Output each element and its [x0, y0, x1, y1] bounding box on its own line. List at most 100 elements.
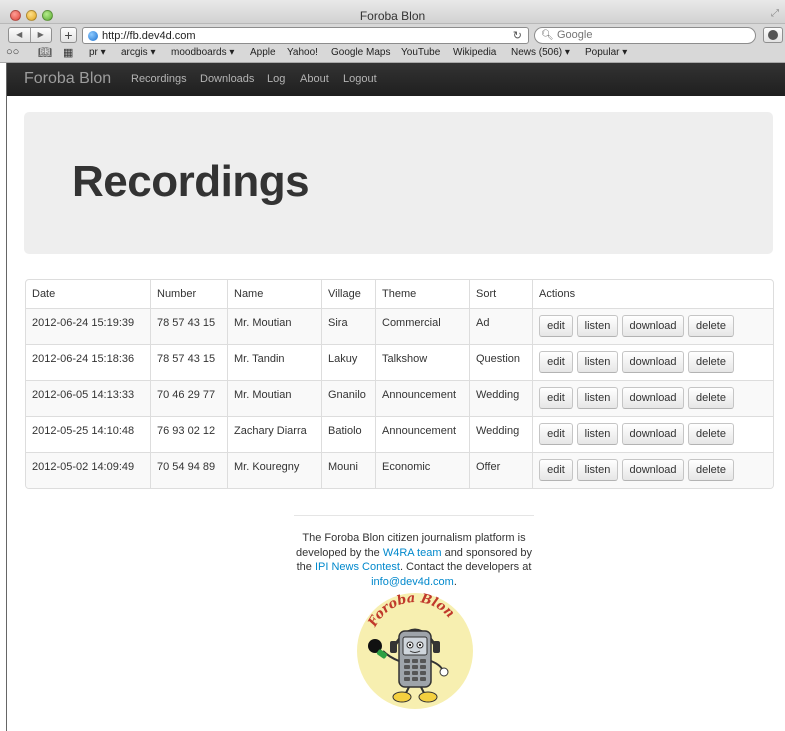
fullscreen-icon[interactable]: ⤢	[771, 8, 779, 19]
cell-village: Batiolo	[321, 417, 375, 452]
column-header-village: Village	[321, 280, 375, 308]
nav-link-downloads[interactable]: Downloads	[200, 73, 254, 85]
edit-button[interactable]: edit	[539, 459, 573, 481]
bookmark-arcgis[interactable]: arcgis ▾	[121, 47, 155, 58]
cell-date: 2012-06-24 15:19:39	[32, 317, 135, 329]
logo-feet	[392, 691, 412, 703]
cell-actions: edit listen download delete	[532, 309, 773, 344]
footer-divider	[294, 515, 534, 516]
nav-link-recordings[interactable]: Recordings	[131, 73, 187, 85]
forward-button[interactable]: ▶	[31, 28, 52, 42]
bookmark-moodboards[interactable]: moodboards ▾	[171, 47, 234, 58]
bookmarks-book-icon[interactable]: 📖︎	[38, 46, 52, 59]
reload-icon[interactable]: ↻	[513, 29, 522, 42]
delete-button[interactable]: delete	[688, 315, 734, 337]
table-row: 2012-06-24 15:18:36 78 57 43 15 Mr. Tandin…	[26, 344, 773, 380]
bookmark-wikipedia[interactable]: Wikipedia	[453, 47, 496, 58]
browser-toolbar: ◀ ▶ + http://fb.dev4d.com ↻ 🔍︎	[0, 24, 785, 45]
table-row: 2012-05-02 14:09:49 70 54 94 89 Mr. Koureg…	[26, 452, 773, 488]
cell-actions: edit listen download delete	[532, 345, 773, 380]
search-field[interactable]: 🔍︎	[534, 27, 756, 44]
column-header-sort: Sort	[469, 280, 532, 308]
cell-number: 70 54 94 89	[150, 453, 227, 488]
back-button[interactable]: ◀	[9, 28, 31, 42]
bookmark-youtube[interactable]: YouTube	[401, 47, 440, 58]
cell-theme: Talkshow	[375, 345, 469, 380]
reader-button[interactable]	[763, 27, 783, 43]
download-button[interactable]: download	[622, 315, 684, 337]
bookmark-yahoo[interactable]: Yahoo!	[287, 47, 318, 58]
window-titlebar: Foroba Blon ⤢	[0, 0, 785, 24]
cell-theme: Announcement	[375, 381, 469, 416]
download-button[interactable]: download	[622, 351, 684, 373]
cell-number: 76 93 02 12	[150, 417, 227, 452]
cell-village: Mouni	[321, 453, 375, 488]
footer-text: The Foroba Blon citizen journalism platf…	[294, 531, 534, 589]
cell-sort: Ad	[469, 309, 532, 344]
recordings-table: Date Number Name Village Theme Sort Actions 201…	[25, 279, 774, 489]
w4ra-team-link[interactable]: W4RA team	[383, 547, 442, 559]
listen-button[interactable]: listen	[577, 459, 618, 481]
cell-actions: edit listen download delete	[532, 417, 773, 452]
cell-village: Lakuy	[321, 345, 375, 380]
cell-date: 2012-06-24 15:18:36	[32, 353, 135, 365]
footer-text-4: .	[453, 575, 457, 588]
column-header-actions: Actions	[532, 280, 773, 308]
table-row: 2012-06-24 15:19:39 78 57 43 15 Mr. Moutia…	[26, 308, 773, 344]
cell-village: Sira	[321, 309, 375, 344]
nav-link-about[interactable]: About	[300, 73, 329, 85]
download-button[interactable]: download	[622, 423, 684, 445]
bookmark-news[interactable]: News (506) ▾	[511, 47, 570, 58]
listen-button[interactable]: listen	[577, 351, 618, 373]
table-header-row: Date Number Name Village Theme Sort Actions	[26, 280, 773, 308]
site-navbar: Foroba Blon Recordings Downloads Log Abo…	[7, 63, 785, 96]
delete-button[interactable]: delete	[688, 351, 734, 373]
globe-icon	[88, 31, 98, 41]
search-input[interactable]	[557, 29, 747, 41]
edit-button[interactable]: edit	[539, 387, 573, 409]
address-bar[interactable]: http://fb.dev4d.com ↻	[82, 27, 529, 44]
nav-link-log[interactable]: Log	[267, 73, 285, 85]
listen-button[interactable]: listen	[577, 423, 618, 445]
bookmark-pr[interactable]: pr ▾	[89, 47, 106, 58]
download-button[interactable]: download	[622, 459, 684, 481]
column-header-number: Number	[150, 280, 227, 308]
delete-button[interactable]: delete	[688, 423, 734, 445]
edit-button[interactable]: edit	[539, 315, 573, 337]
cell-name: Mr. Moutian	[227, 381, 321, 416]
cell-theme: Commercial	[375, 309, 469, 344]
delete-button[interactable]: delete	[688, 387, 734, 409]
ipi-news-contest-link[interactable]: IPI News Contest	[315, 561, 400, 573]
cell-name: Mr. Tandin	[227, 345, 321, 380]
listen-button[interactable]: listen	[577, 387, 618, 409]
back-forward-control: ◀ ▶	[8, 27, 52, 43]
site-brand[interactable]: Foroba Blon	[24, 70, 111, 88]
top-sites-grid-icon[interactable]: ▦	[63, 46, 73, 59]
cell-name: Mr. Kouregny	[227, 453, 321, 488]
edit-button[interactable]: edit	[539, 423, 573, 445]
cell-actions: edit listen download delete	[532, 453, 773, 488]
page-title: Recordings	[72, 157, 310, 206]
bookmark-popular[interactable]: Popular ▾	[585, 47, 627, 58]
cell-number: 70 46 29 77	[150, 381, 227, 416]
cell-name: Zachary Diarra	[227, 417, 321, 452]
window-title: Foroba Blon	[359, 9, 426, 23]
nav-link-logout[interactable]: Logout	[343, 73, 377, 85]
bookmarks-bar: ○○ 📖︎ ▦ pr ▾ arcgis ▾ moodboards ▾ Apple…	[0, 45, 785, 63]
url-text[interactable]: http://fb.dev4d.com	[102, 30, 196, 42]
bookmark-google-maps[interactable]: Google Maps	[331, 47, 390, 58]
cell-date: 2012-05-25 14:10:48	[32, 425, 135, 437]
cell-theme: Economic	[375, 453, 469, 488]
column-header-date: Date	[32, 288, 56, 300]
listen-button[interactable]: listen	[577, 315, 618, 337]
cell-name: Mr. Moutian	[227, 309, 321, 344]
reading-list-icon[interactable]: ○○	[6, 46, 19, 58]
cell-sort: Offer	[469, 453, 532, 488]
cell-sort: Question	[469, 345, 532, 380]
new-tab-button[interactable]: +	[60, 27, 77, 43]
edit-button[interactable]: edit	[539, 351, 573, 373]
download-button[interactable]: download	[622, 387, 684, 409]
bookmark-apple[interactable]: Apple	[250, 47, 276, 58]
contact-email-link[interactable]: info@dev4d.com	[371, 576, 454, 588]
delete-button[interactable]: delete	[688, 459, 734, 481]
